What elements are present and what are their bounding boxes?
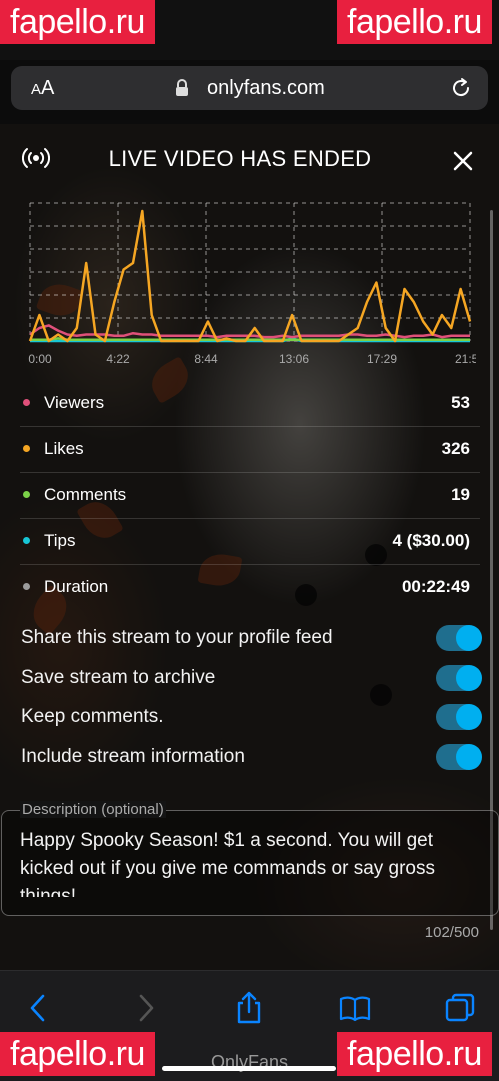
description-text[interactable]: Happy Spooky Season! $1 a second. You wi… <box>20 827 484 897</box>
x-tick-label: 13:06 <box>279 352 309 366</box>
reload-icon[interactable] <box>449 76 473 100</box>
watermark-top-left: fapello.ru <box>0 0 155 44</box>
stat-row-likes: Likes 326 <box>20 426 480 473</box>
character-counter: 102/500 <box>424 924 479 941</box>
lock-icon <box>176 79 188 96</box>
stat-label: Duration <box>44 577 109 596</box>
series-line <box>28 209 472 343</box>
back-icon[interactable] <box>22 991 56 1025</box>
toggle-row: Save stream to archive <box>20 659 482 699</box>
toggle-knob <box>456 625 482 651</box>
stat-label: Comments <box>44 485 127 504</box>
legend-dot <box>23 399 30 406</box>
stat-row-duration: Duration 00:22:49 <box>20 564 480 610</box>
toggle-switch[interactable] <box>436 704 482 730</box>
stat-row-comments: Comments 19 <box>20 472 480 519</box>
x-tick-label: 17:29 <box>367 352 397 366</box>
modal-header: LIVE VIDEO HAS ENDED <box>0 135 499 185</box>
series-line <box>30 337 470 341</box>
stat-value: 326 <box>441 439 470 458</box>
toggle-knob <box>456 665 482 691</box>
stat-label: Tips <box>44 531 76 550</box>
toggle-row: Include stream information <box>20 738 482 778</box>
description-label: Description (optional) <box>20 801 166 818</box>
tabs-icon[interactable] <box>443 991 477 1025</box>
reader-settings-button[interactable]: AA <box>31 77 54 100</box>
x-tick-label: 21:51 <box>455 352 476 366</box>
stream-stats-chart: 0:00 4:22 8:44 13:06 17:29 21:51 <box>28 202 476 366</box>
toggle-switch[interactable] <box>436 665 482 691</box>
toggle-switch[interactable] <box>436 625 482 651</box>
stat-row-viewers: Viewers 53 <box>20 380 480 427</box>
url-text[interactable]: onlyfans.com <box>207 77 325 100</box>
stat-label: Likes <box>44 439 84 458</box>
x-tick-label: 4:22 <box>106 352 130 366</box>
close-icon[interactable] <box>452 150 474 172</box>
toggle-knob <box>456 704 482 730</box>
stat-value: 4 ($30.00) <box>392 531 471 550</box>
toggle-label: Share this stream to your profile feed <box>21 627 333 648</box>
legend-dot <box>23 445 30 452</box>
x-tick-label: 0:00 <box>28 352 52 366</box>
legend-dot <box>23 537 30 544</box>
toggle-knob <box>456 744 482 770</box>
bookmarks-icon[interactable] <box>338 991 372 1025</box>
forward-icon[interactable] <box>128 991 162 1025</box>
share-icon[interactable] <box>232 991 266 1025</box>
stat-value: 53 <box>451 393 470 412</box>
stat-row-tips: Tips 4 ($30.00) <box>20 518 480 565</box>
watermark-top-right: fapello.ru <box>337 0 492 44</box>
address-bar[interactable]: AA onlyfans.com <box>11 66 488 110</box>
watermark-bottom-right: fapello.ru <box>337 1032 492 1076</box>
stat-label: Viewers <box>44 393 105 412</box>
stat-value: 19 <box>451 485 470 504</box>
watermark-bottom-left: fapello.ru <box>0 1032 155 1076</box>
legend-dot <box>23 583 30 590</box>
stat-value: 00:22:49 <box>401 577 470 596</box>
home-indicator[interactable] <box>162 1066 336 1071</box>
toggle-label: Save stream to archive <box>21 667 216 688</box>
toggle-row: Keep comments. <box>20 698 482 738</box>
toggle-label: Include stream information <box>21 746 245 767</box>
toggle-row: Share this stream to your profile feed <box>20 619 482 659</box>
modal-title: LIVE VIDEO HAS ENDED <box>108 146 372 171</box>
toggle-label: Keep comments. <box>21 706 164 727</box>
x-tick-label: 8:44 <box>194 352 218 366</box>
toggle-switch[interactable] <box>436 744 482 770</box>
legend-dot <box>23 491 30 498</box>
